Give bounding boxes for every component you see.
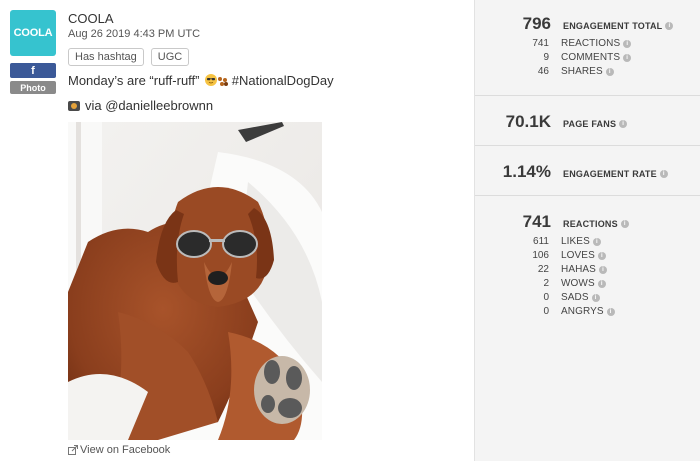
page-fans-section: 70.1K PAGE FANS i: [475, 96, 700, 146]
reaction-row-angrys: 0 ANGRYS i: [475, 306, 615, 317]
info-icon[interactable]: i: [620, 220, 629, 228]
stat-value: 46: [537, 66, 549, 77]
info-icon[interactable]: i: [665, 22, 674, 30]
engagement-rate-label-wrap: ENGAGEMENT RATE i: [563, 169, 668, 179]
tag-has-hashtag[interactable]: Has hashtag: [68, 48, 144, 66]
reaction-label: WOWS: [561, 278, 595, 289]
info-icon[interactable]: i: [623, 53, 632, 62]
reactions-section: 741 REACTIONS i 611 LIKES i 106 LOVES i 22 …: [475, 196, 700, 461]
info-icon[interactable]: i: [606, 307, 615, 316]
reactions-total-label: REACTIONS: [563, 219, 618, 229]
stat-value: 9: [543, 52, 549, 63]
info-icon[interactable]: i: [619, 120, 628, 128]
reaction-row-likes: 611 LIKES i: [475, 236, 601, 247]
reactions-total-label-wrap: REACTIONS i: [563, 219, 629, 229]
engagement-total-label-wrap: ENGAGEMENT TOTAL i: [563, 21, 674, 31]
engagement-total-row: 796 ENGAGEMENT TOTAL i: [475, 14, 674, 34]
reaction-label-wrap: HAHAS i: [561, 264, 607, 275]
post-panel: COOLA f Photo COOLA Aug 26 2019 4:43 PM …: [0, 0, 474, 461]
engagement-rate-value: 1.14%: [502, 162, 551, 181]
reaction-value: 0: [543, 292, 549, 303]
view-link-label: View on Facebook: [80, 444, 171, 456]
view-on-facebook-link[interactable]: View on Facebook: [68, 444, 170, 456]
post-credit: via @danielleebrownn: [68, 98, 213, 113]
dog-photo-illustration: [68, 122, 322, 440]
reaction-label-wrap: SADS i: [561, 292, 600, 303]
camera-icon: [68, 101, 80, 111]
post-type-badge: Photo: [10, 81, 56, 94]
credit-text: via @danielleebrownn: [85, 98, 214, 113]
reaction-label-wrap: LIKES i: [561, 236, 601, 247]
reaction-row-loves: 106 LOVES i: [475, 250, 606, 261]
facebook-icon: f: [10, 63, 56, 78]
avatar-logo-text: COOLA: [13, 27, 53, 39]
caption-text: Monday’s are “ruff-ruff”: [68, 73, 200, 88]
reaction-value: 2: [543, 278, 549, 289]
engagement-section: 796 ENGAGEMENT TOTAL i 741 REACTIONS i 9 C…: [475, 0, 700, 96]
info-icon[interactable]: i: [605, 67, 614, 76]
tag-list: Has hashtag UGC: [68, 48, 190, 66]
reaction-label: ANGRYS: [561, 306, 604, 317]
page-avatar[interactable]: COOLA: [10, 10, 56, 56]
reaction-row-sads: 0 SADS i: [475, 292, 600, 303]
stat-label: COMMENTS: [561, 52, 621, 63]
reaction-label-wrap: WOWS i: [561, 278, 606, 289]
engagement-rate-label: ENGAGEMENT RATE: [563, 169, 657, 179]
page-fans-label: PAGE FANS: [563, 119, 617, 129]
reaction-label: SADS: [561, 292, 589, 303]
stat-label-wrap: REACTIONS i: [561, 38, 632, 49]
stat-row-reactions: 741 REACTIONS i: [475, 38, 632, 49]
stat-row-shares: 46 SHARES i: [475, 66, 614, 77]
reaction-row-hahas: 22 HAHAS i: [475, 264, 607, 275]
info-icon[interactable]: i: [623, 39, 632, 48]
post-type-label: Photo: [20, 82, 46, 93]
reaction-value: 22: [537, 264, 549, 275]
caption-hashtag[interactable]: #NationalDogDay: [232, 73, 334, 88]
stat-label-wrap: COMMENTS i: [561, 52, 632, 63]
reaction-value: 611: [533, 236, 549, 247]
page-fans-label-wrap: PAGE FANS i: [563, 119, 628, 129]
info-icon[interactable]: i: [597, 279, 606, 288]
external-link-icon: [68, 445, 78, 455]
reactions-total-value: 741: [522, 212, 551, 231]
page-fans-row: 70.1K PAGE FANS i: [475, 112, 628, 132]
reaction-value: 106: [532, 250, 549, 261]
info-icon[interactable]: i: [659, 170, 668, 178]
post-caption: Monday’s are “ruff-ruff” #NationalDogDay: [68, 73, 334, 88]
stat-row-comments: 9 COMMENTS i: [475, 52, 632, 63]
info-icon[interactable]: i: [597, 251, 606, 260]
reaction-label: LOVES: [561, 250, 595, 261]
paw-prints-emoji-icon: [218, 77, 229, 86]
reactions-total-row: 741 REACTIONS i: [475, 212, 629, 232]
info-icon[interactable]: i: [591, 293, 600, 302]
reaction-label: HAHAS: [561, 264, 596, 275]
engagement-rate-section: 1.14% ENGAGEMENT RATE i: [475, 146, 700, 196]
engagement-total-value: 796: [522, 14, 551, 33]
engagement-rate-row: 1.14% ENGAGEMENT RATE i: [475, 162, 668, 182]
reaction-row-wows: 2 WOWS i: [475, 278, 606, 289]
reaction-label: LIKES: [561, 236, 590, 247]
engagement-total-label: ENGAGEMENT TOTAL: [563, 21, 663, 31]
reaction-label-wrap: LOVES i: [561, 250, 606, 261]
info-icon[interactable]: i: [592, 237, 601, 246]
post-photo[interactable]: [68, 122, 322, 440]
network-badge-label: f: [31, 64, 35, 77]
sunglasses-emoji-icon: [205, 74, 218, 86]
reaction-label-wrap: ANGRYS i: [561, 306, 615, 317]
stats-panel: 796 ENGAGEMENT TOTAL i 741 REACTIONS i 9 C…: [474, 0, 700, 461]
post-timestamp: Aug 26 2019 4:43 PM UTC: [68, 28, 201, 40]
stat-label: SHARES: [561, 66, 603, 77]
tag-ugc[interactable]: UGC: [150, 48, 190, 66]
info-icon[interactable]: i: [598, 265, 607, 274]
stat-value: 741: [532, 38, 549, 49]
stat-label: REACTIONS: [561, 38, 621, 49]
page-fans-value: 70.1K: [505, 112, 551, 131]
stat-label-wrap: SHARES i: [561, 66, 614, 77]
page-name[interactable]: COOLA: [68, 11, 114, 26]
reaction-value: 0: [543, 306, 549, 317]
